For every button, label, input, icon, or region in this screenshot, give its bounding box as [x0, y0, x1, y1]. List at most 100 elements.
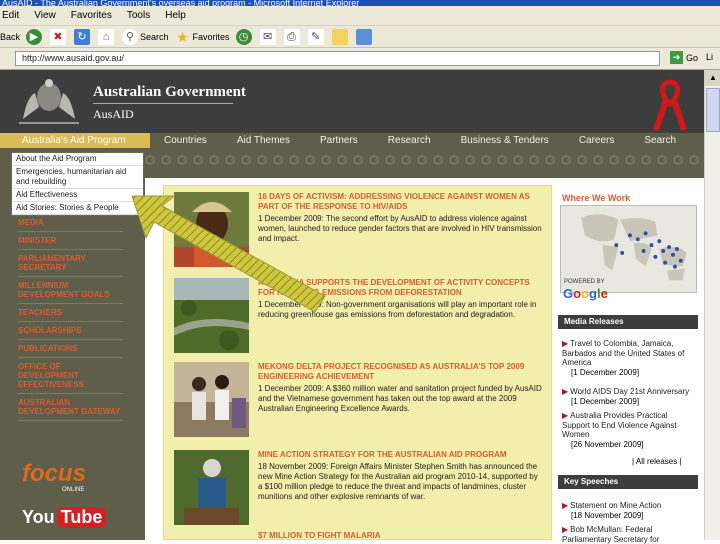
forward-button[interactable]: ▶ [26, 28, 44, 45]
tab-countries[interactable]: Countries [160, 133, 211, 148]
favorites-button[interactable]: ★ Favorites [175, 29, 230, 45]
media-release-item[interactable]: ▶ Australia Provides Practical Support to… [562, 411, 694, 449]
discuss-button[interactable] [331, 28, 350, 45]
address-input[interactable]: http://www.ausaid.gov.au/ [15, 51, 660, 66]
tab-partners[interactable]: Partners [316, 133, 362, 148]
map-pin-icon[interactable] [653, 254, 658, 259]
left-link-adg[interactable]: AUSTRALIAN DEVELOPMENT GATEWAY [18, 394, 123, 421]
youtube-logo[interactable]: You Tube [22, 504, 107, 530]
pattern-glyph [241, 155, 251, 165]
tab-business-tenders[interactable]: Business & Tenders [457, 133, 553, 148]
story-photo-woman[interactable] [174, 192, 249, 267]
dropdown-item-aid-stories[interactable]: Aid Stories: Stories & People [12, 202, 143, 215]
back-button[interactable]: Back [0, 32, 20, 42]
key-speech-title[interactable]: Bob McMullan: Federal Parliamentary Secr… [562, 525, 659, 544]
story-photo-forest[interactable] [174, 278, 249, 353]
edit-button[interactable]: ✎ [307, 28, 326, 45]
map-pin-icon[interactable] [649, 243, 654, 248]
story-headline[interactable]: 16 DAYS OF ACTIVISM: ADDRESSING VIOLENCE… [258, 192, 543, 212]
story-headline[interactable]: AUSTRALIA SUPPORTS THE DEVELOPMENT OF AC… [258, 278, 543, 298]
go-button[interactable]: ➜ Go [670, 51, 698, 64]
menu-view[interactable]: View [34, 10, 56, 21]
where-we-work-title[interactable]: Where We Work [562, 193, 630, 203]
history-button[interactable]: ◷ [235, 28, 254, 45]
tab-search[interactable]: Search [640, 133, 680, 148]
left-link-scholarships[interactable]: SCHOLARSHIPS [18, 322, 123, 340]
key-speech-title[interactable]: Statement on Mine Action [570, 501, 661, 510]
left-link-teachers[interactable]: TEACHERS [18, 304, 123, 322]
story-headline[interactable]: MEKONG DELTA PROJECT RECOGNISED AS AUSTR… [258, 362, 543, 382]
scroll-up-arrow-icon[interactable]: ▲ [705, 70, 720, 86]
government-title: Australian Government [93, 84, 246, 100]
left-link-parliamentary-secretary[interactable]: PARLIAMENTARY SECRETARY [18, 250, 123, 277]
map-pin-icon[interactable] [672, 264, 677, 269]
home-button[interactable]: ⌂ [98, 28, 116, 45]
map-pin-icon[interactable] [671, 252, 675, 257]
story-headline[interactable]: $7 MILLION TO FIGHT MALARIA [258, 531, 543, 539]
map-pin-icon[interactable] [614, 243, 619, 248]
print-button[interactable]: ⎙ [283, 28, 302, 45]
left-link-minister[interactable]: MINISTER [18, 232, 123, 250]
key-speech-item[interactable]: ▶ Bob McMullan: Federal Parliamentary Sec… [562, 525, 694, 544]
menu-tools[interactable]: Tools [127, 10, 150, 21]
mail-button[interactable]: ✉ [259, 28, 278, 45]
map-pin-icon[interactable] [620, 250, 625, 255]
key-speech-item[interactable]: ▶ Statement on Mine Action [18 November 2… [562, 501, 694, 520]
news-panel: 16 DAYS OF ACTIVISM: ADDRESSING VIOLENCE… [163, 185, 552, 540]
left-link-publications[interactable]: PUBLICATIONS [18, 340, 123, 358]
media-release-title[interactable]: Australia Provides Practical Support to … [562, 411, 677, 439]
scroll-thumb[interactable] [706, 88, 720, 132]
stop-icon: ✖ [50, 28, 67, 45]
media-release-item[interactable]: ▶ Travel to Colombia, Jamaica, Barbados a… [562, 339, 694, 377]
menu-edit[interactable]: Edit [2, 10, 19, 21]
map-pin-icon[interactable] [641, 249, 646, 253]
refresh-button[interactable]: ↻ [74, 28, 92, 45]
pattern-glyph [433, 155, 443, 165]
dropdown-item-about[interactable]: About the Aid Program [12, 153, 143, 166]
menu-bar: Edit View Favorites Tools Help [0, 6, 720, 26]
story-photo-demining[interactable] [174, 450, 249, 525]
pattern-glyph [689, 155, 699, 165]
agency-name[interactable]: AusAID [93, 107, 134, 122]
tab-research[interactable]: Research [384, 133, 435, 148]
all-releases-link[interactable]: | All releases | [632, 457, 682, 466]
map-pin-icon[interactable] [678, 258, 683, 263]
left-link-ode[interactable]: OFFICE OF DEVELOPMENT EFFECTIVENESS [18, 358, 123, 394]
map-pin-icon[interactable] [628, 233, 632, 238]
dropdown-item-aid-effectiveness[interactable]: Aid Effectiveness [12, 189, 143, 202]
left-link-mdgs[interactable]: MILLENNIUM DEVELOPMENT GOALS [18, 277, 123, 304]
media-release-item[interactable]: ▶ World AIDS Day 21st Anniversary [1 Dece… [562, 387, 694, 406]
map-pin-icon[interactable] [663, 260, 668, 265]
key-speech-date: [18 November 2009] [571, 510, 644, 520]
map-pin-icon[interactable] [661, 249, 666, 253]
menu-help[interactable]: Help [165, 10, 186, 21]
media-release-title[interactable]: Travel to Colombia, Jamaica, Barbados an… [562, 339, 684, 367]
main-nav: Australia's Aid Program Countries Aid Th… [0, 133, 720, 148]
map-pin-icon[interactable] [643, 231, 648, 236]
page-scrollbar[interactable]: ▲ [704, 70, 720, 540]
dropdown-item-emergencies[interactable]: Emergencies, humanitarian aid and rebuil… [12, 166, 143, 189]
story-photo-children[interactable] [174, 362, 249, 437]
story-headline[interactable]: MINE ACTION STRATEGY FOR THE AUSTRALIAN … [258, 450, 543, 460]
pattern-glyph [545, 155, 555, 165]
tab-careers[interactable]: Careers [575, 133, 619, 148]
stop-button[interactable]: ✖ [50, 28, 68, 45]
map-pin-icon[interactable] [674, 247, 679, 251]
tab-australias-aid-program[interactable]: Australia's Aid Program [0, 133, 150, 148]
go-arrow-icon: ➜ [670, 51, 683, 64]
messenger-button[interactable] [355, 28, 374, 45]
search-button[interactable]: ⚲ Search [122, 28, 169, 45]
map-pin-icon[interactable] [667, 245, 672, 249]
favorites-label: Favorites [192, 31, 230, 42]
bullet-icon: ▶ [562, 525, 569, 534]
go-label: Go [686, 52, 699, 63]
media-release-date: [1 December 2009] [571, 396, 640, 406]
map-pin-icon[interactable] [657, 239, 662, 244]
links-button[interactable]: Li [706, 52, 713, 62]
media-release-title[interactable]: World AIDS Day 21st Anniversary [570, 387, 689, 396]
map-pin-icon[interactable] [635, 237, 640, 242]
tab-aid-themes[interactable]: Aid Themes [233, 133, 294, 148]
focus-online-logo[interactable]: focus [22, 460, 86, 488]
left-link-media[interactable]: MEDIA [18, 214, 123, 232]
menu-favorites[interactable]: Favorites [71, 10, 112, 21]
